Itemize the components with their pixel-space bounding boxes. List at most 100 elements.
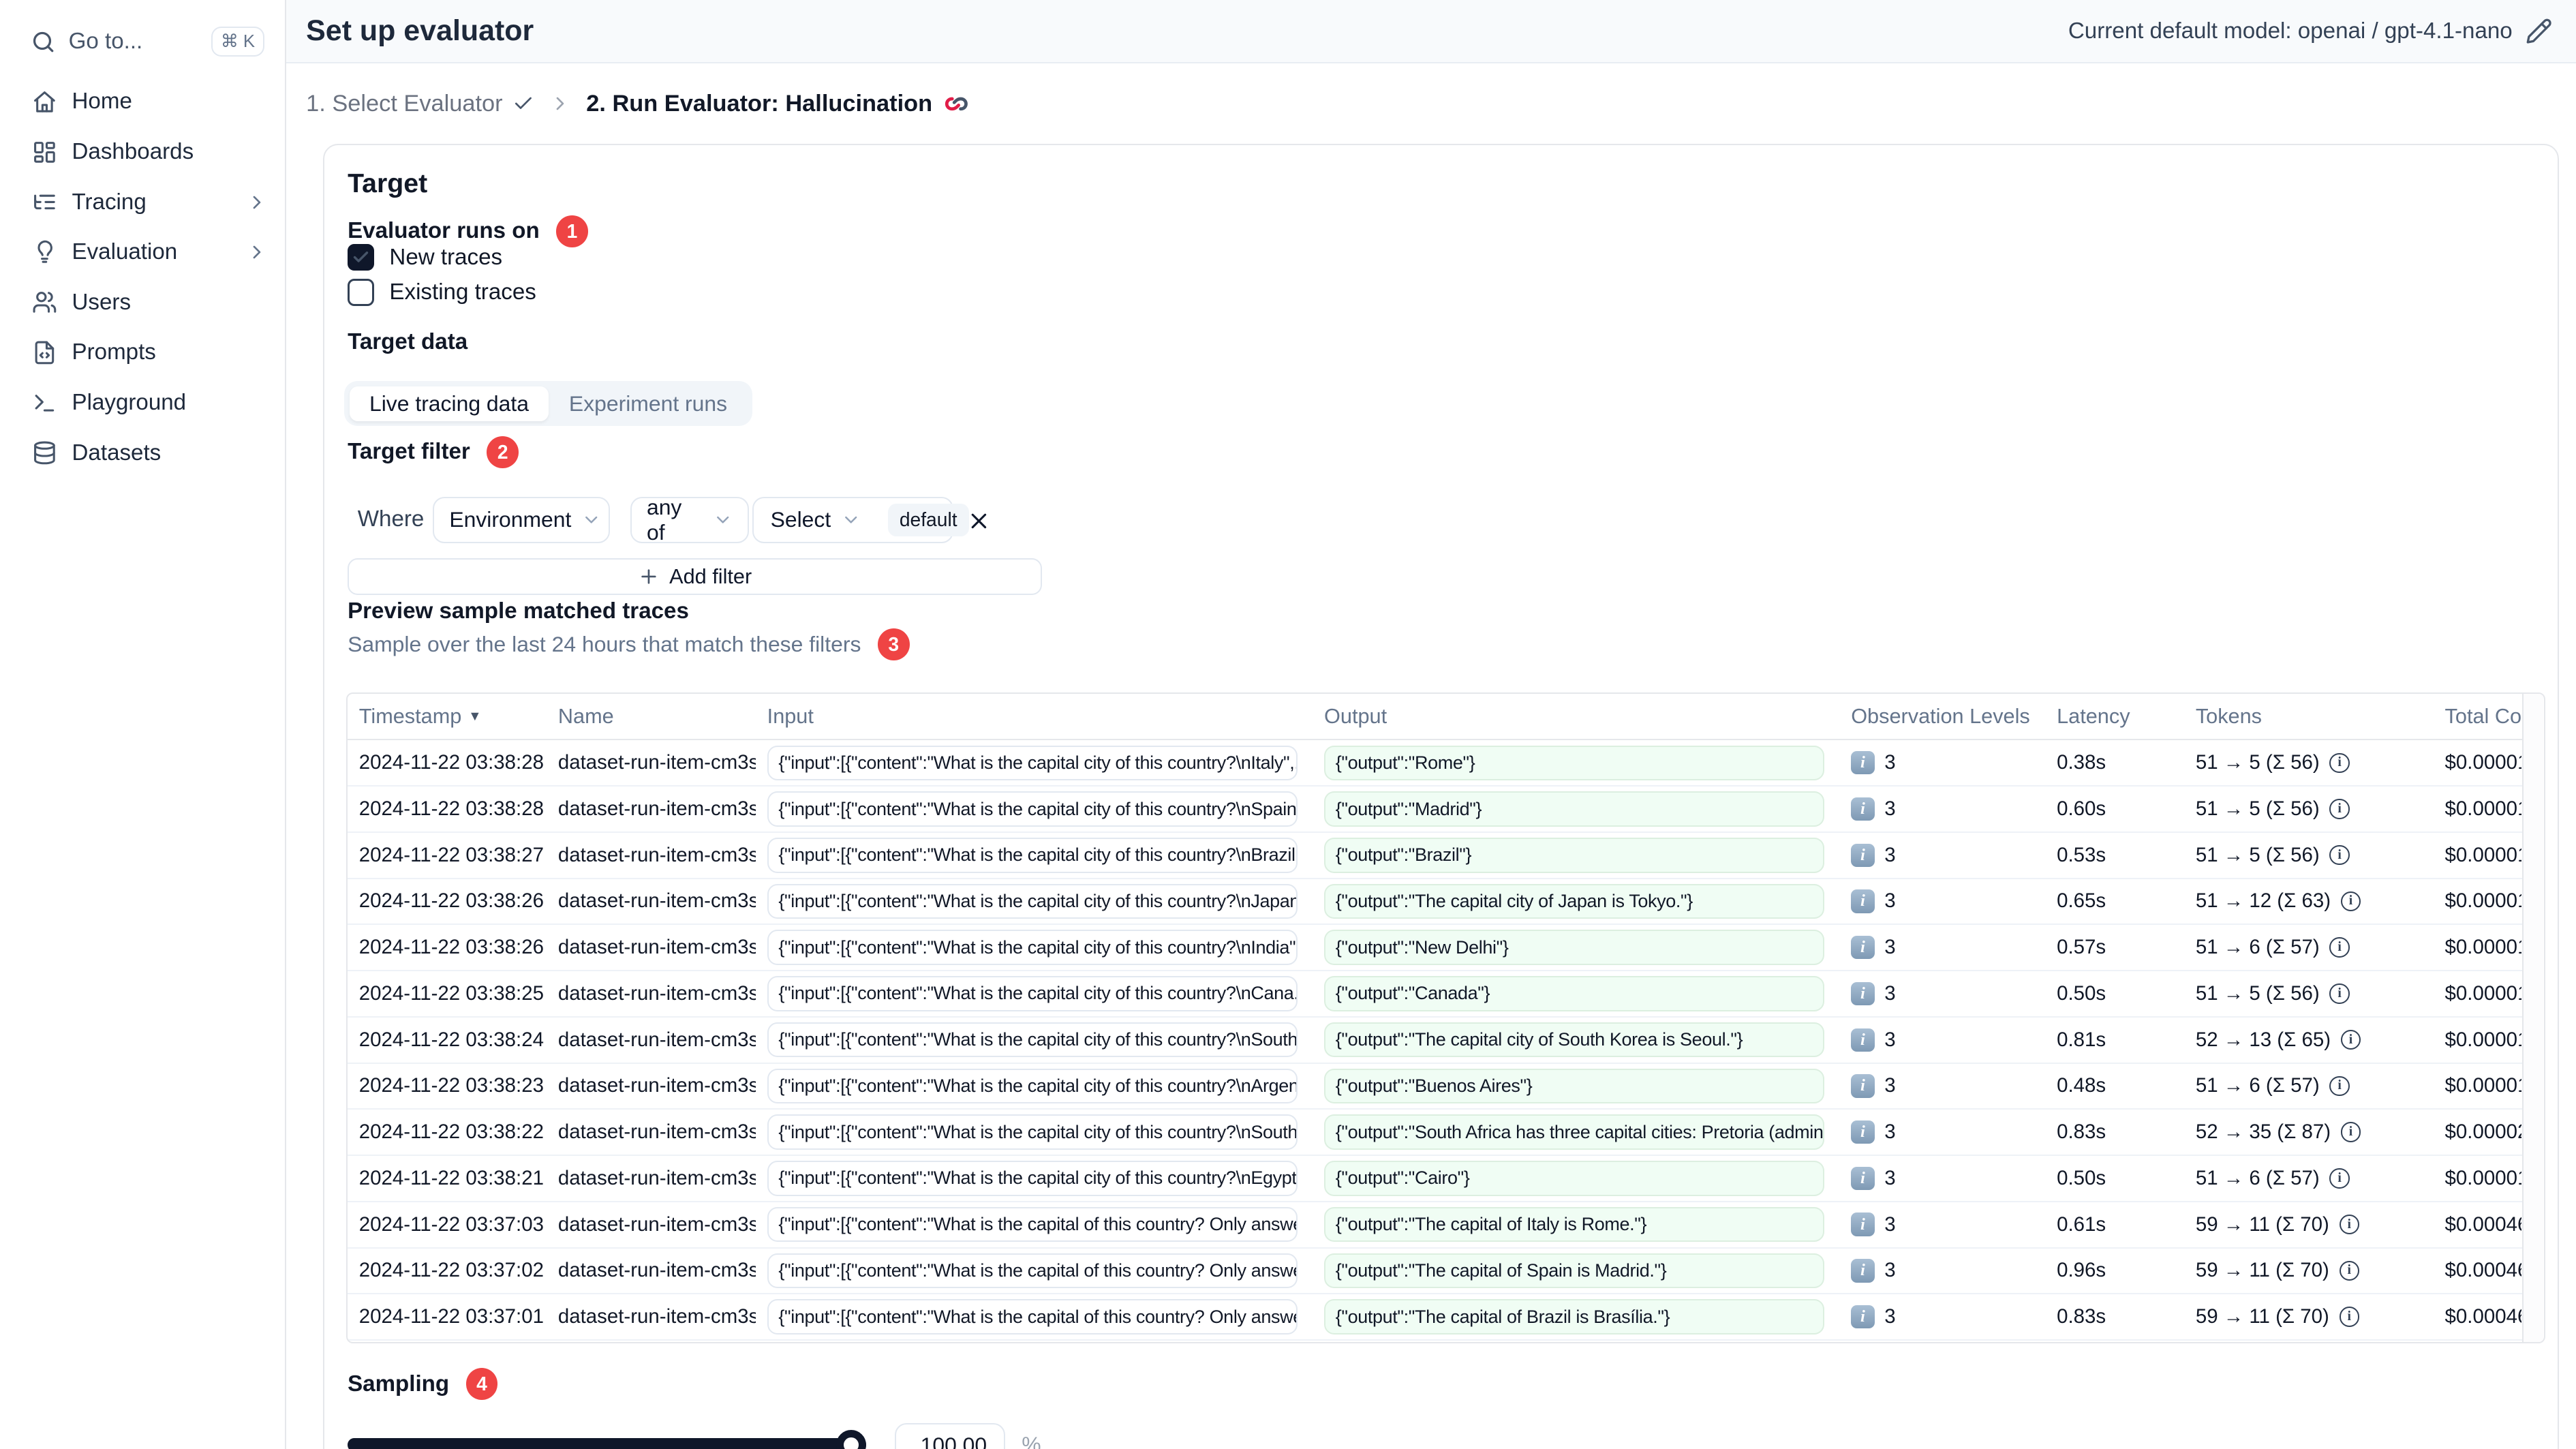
table-row[interactable]: 2024-11-22 03:38:26 dataset-run-item-cm3s…	[347, 879, 2522, 926]
sidebar-item-users[interactable]: Users	[0, 277, 285, 328]
new-traces-checkbox[interactable]	[348, 243, 375, 271]
input-chip[interactable]: {"input":[{"content":"What is the capita…	[767, 976, 1298, 1011]
cell-total-cost: $0.00046 (	[2444, 1212, 2522, 1236]
chevron-right-icon	[246, 192, 268, 213]
table-scrollbar[interactable]	[2521, 693, 2544, 1342]
input-chip[interactable]: {"input":[{"content":"What is the capita…	[767, 745, 1298, 781]
list-tree-icon	[32, 189, 57, 215]
info-circle-icon: i	[2329, 983, 2350, 1004]
breadcrumb-step1-label: 1. Select Evaluator	[306, 90, 503, 117]
output-chip[interactable]: {"output":"Cairo"}	[1324, 1161, 1824, 1196]
sidebar-item-home[interactable]: Home	[0, 77, 285, 127]
table-row[interactable]: 2024-11-22 03:38:23 dataset-run-item-cm3s…	[347, 1064, 2522, 1110]
table-row[interactable]: 2024-11-22 03:38:26 dataset-run-item-cm3s…	[347, 925, 2522, 972]
filter-value-select[interactable]: Select	[754, 507, 874, 532]
cell-input: {"input":[{"content":"What is the capita…	[756, 1253, 1313, 1289]
column-header-observation-levels[interactable]: Observation Levels	[1839, 704, 2045, 729]
input-chip[interactable]: {"input":[{"content":"What is the capita…	[767, 1206, 1298, 1242]
sampling-slider-track[interactable]	[348, 1438, 866, 1449]
column-header-input[interactable]: Input	[756, 704, 1313, 729]
sampling-input[interactable]	[894, 1423, 1005, 1449]
sampling-label: Sampling 4	[348, 1368, 498, 1400]
output-chip[interactable]: {"output":"The capital city of Japan is …	[1324, 883, 1824, 919]
filter-column-select[interactable]: Environment	[433, 496, 611, 544]
cell-total-cost: $0.000011 (	[2444, 751, 2522, 774]
sampling-slider-thumb[interactable]	[835, 1430, 866, 1449]
output-chip[interactable]: {"output":"The capital of Brazil is Bras…	[1324, 1299, 1824, 1334]
info-circle-icon: i	[2339, 1260, 2359, 1281]
output-chip[interactable]: {"output":"Brazil"}	[1324, 837, 1824, 873]
input-chip[interactable]: {"input":[{"content":"What is the capita…	[767, 1161, 1298, 1196]
output-chip[interactable]: {"output":"South Africa has three capita…	[1324, 1114, 1824, 1150]
output-chip[interactable]: {"output":"New Delhi"}	[1324, 930, 1824, 965]
checkbox-row-existing-traces[interactable]: Existing traces	[348, 279, 536, 306]
cell-name: dataset-run-item-cm3s4	[557, 1212, 756, 1236]
table-row[interactable]: 2024-11-22 03:38:27 dataset-run-item-cm3s…	[347, 833, 2522, 879]
filter-operator-select[interactable]: any of	[630, 495, 750, 545]
input-chip[interactable]: {"input":[{"content":"What is the capita…	[767, 883, 1298, 919]
sidebar-item-dashboards[interactable]: Dashboards	[0, 127, 285, 177]
existing-traces-checkbox[interactable]	[348, 279, 375, 306]
output-chip[interactable]: {"output":"Buenos Aires"}	[1324, 1068, 1824, 1104]
table-row[interactable]: 2024-11-22 03:38:24 dataset-run-item-cm3s…	[347, 1018, 2522, 1064]
tab-experiment-runs[interactable]: Experiment runs	[549, 386, 747, 422]
chevron-right-icon	[246, 241, 268, 263]
info-circle-icon: i	[2340, 1122, 2361, 1142]
go-to-search[interactable]: Go to... ⌘ K	[14, 20, 271, 63]
output-chip[interactable]: {"output":"Rome"}	[1324, 745, 1824, 781]
table-row[interactable]: 2024-11-22 03:38:22 dataset-run-item-cm3s…	[347, 1110, 2522, 1157]
cell-output: {"output":"Brazil"}	[1313, 837, 1839, 873]
output-chip[interactable]: {"output":"The capital of Italy is Rome.…	[1324, 1206, 1824, 1242]
cell-name: dataset-run-item-cm3s4	[557, 1120, 756, 1144]
sidebar-item-prompts[interactable]: Prompts	[0, 328, 285, 378]
info-square-icon: i	[1851, 797, 1875, 821]
sidebar-item-datasets[interactable]: Datasets	[0, 428, 285, 478]
info-square-icon: i	[1851, 889, 1875, 913]
output-chip[interactable]: {"output":"The capital of Spain is Madri…	[1324, 1253, 1824, 1289]
cell-timestamp: 2024-11-22 03:37:02	[358, 1259, 544, 1282]
chevron-down-icon	[713, 510, 733, 530]
add-filter-button[interactable]: Add filter	[348, 558, 1042, 596]
input-chip[interactable]: {"input":[{"content":"What is the capita…	[767, 837, 1298, 873]
column-header-tokens[interactable]: Tokens	[2184, 704, 2434, 729]
output-chip[interactable]: {"output":"The capital city of South Kor…	[1324, 1022, 1824, 1058]
sidebar-item-evaluation[interactable]: Evaluation	[0, 227, 285, 277]
input-chip[interactable]: {"input":[{"content":"What is the capita…	[767, 1253, 1298, 1289]
table-row[interactable]: 2024-11-22 03:38:21 dataset-run-item-cm3s…	[347, 1156, 2522, 1202]
table-row[interactable]: 2024-11-22 03:38:28 dataset-run-item-cm3s…	[347, 740, 2522, 787]
table-row[interactable]: 2024-11-22 03:37:01 dataset-run-item-cm3s…	[347, 1294, 2522, 1341]
input-chip[interactable]: {"input":[{"content":"What is the capita…	[767, 1022, 1298, 1058]
input-chip[interactable]: {"input":[{"content":"What is the capita…	[767, 1299, 1298, 1334]
column-header-name[interactable]: Name	[547, 704, 756, 729]
column-header-latency[interactable]: Latency	[2045, 704, 2184, 729]
sidebar-item-tracing[interactable]: Tracing	[0, 177, 285, 228]
target-data-tabs: Live tracing data Experiment runs	[344, 381, 752, 427]
cell-name: dataset-run-item-cm3s4	[557, 1305, 756, 1328]
table-row[interactable]: 2024-11-22 03:38:25 dataset-run-item-cm3s…	[347, 971, 2522, 1018]
checkbox-row-new-traces[interactable]: New traces	[348, 243, 502, 271]
column-header-output[interactable]: Output	[1313, 704, 1839, 729]
cell-observation-levels: i3	[1839, 1212, 2045, 1236]
output-chip[interactable]: {"output":"Madrid"}	[1324, 791, 1824, 827]
table-row[interactable]: 2024-11-22 03:37:03 dataset-run-item-cm3s…	[347, 1202, 2522, 1249]
cell-observation-levels: i3	[1839, 936, 2045, 960]
table-row[interactable]: 2024-11-22 03:38:28 dataset-run-item-cm3s…	[347, 787, 2522, 833]
column-header-timestamp[interactable]: Timestamp ▼	[348, 704, 547, 729]
input-chip[interactable]: {"input":[{"content":"What is the capita…	[767, 1114, 1298, 1150]
input-chip[interactable]: {"input":[{"content":"What is the capita…	[767, 791, 1298, 827]
output-chip[interactable]: {"output":"Canada"}	[1324, 976, 1824, 1011]
cell-tokens: 59 → 11 (Σ 70) i	[2184, 1259, 2434, 1282]
sidebar-item-playground[interactable]: Playground	[0, 378, 285, 428]
column-header-total-cost[interactable]: Total Cost	[2433, 704, 2522, 729]
remove-filter-icon[interactable]	[966, 508, 992, 534]
edit-pencil-icon[interactable]	[2526, 18, 2552, 44]
tab-live-tracing-data[interactable]: Live tracing data	[349, 386, 549, 422]
input-chip[interactable]: {"input":[{"content":"What is the capita…	[767, 1068, 1298, 1104]
cell-total-cost: $0.000016	[2444, 1028, 2522, 1051]
breadcrumb-step-select-evaluator[interactable]: 1. Select Evaluator	[306, 91, 534, 117]
cell-input: {"input":[{"content":"What is the capita…	[756, 976, 1313, 1011]
sidebar: Go to... ⌘ K Home Dashboards Tracing Evalua…	[0, 0, 286, 1449]
table-row[interactable]: 2024-11-22 03:37:02 dataset-run-item-cm3s…	[347, 1249, 2522, 1295]
chevron-right-icon	[549, 93, 571, 115]
input-chip[interactable]: {"input":[{"content":"What is the capita…	[767, 930, 1298, 965]
